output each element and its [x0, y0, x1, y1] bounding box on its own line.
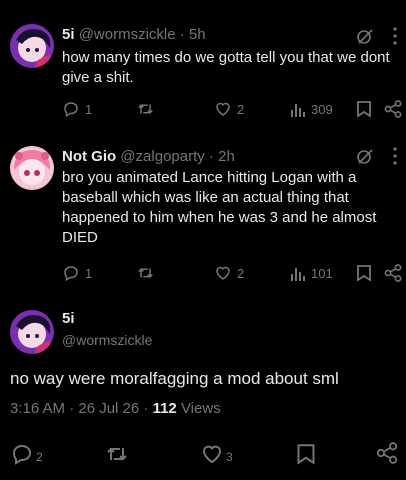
reply-tweet-1[interactable]: 5i @wormszickle · 5h how many times do w… — [0, 0, 406, 140]
reply-count: 2 — [36, 450, 43, 464]
tweet-time[interactable]: · 5h — [180, 26, 206, 43]
like-count: 2 — [237, 265, 245, 281]
bookmark-button[interactable] — [296, 442, 316, 466]
user-handle[interactable]: @wormszickle — [79, 26, 176, 43]
views-label: Views — [176, 400, 221, 417]
reply-button[interactable]: 1 — [62, 264, 92, 282]
grok-icon[interactable] — [356, 147, 374, 170]
avatar[interactable] — [10, 310, 54, 354]
tweet-time[interactable]: · 2h — [209, 148, 235, 165]
grok-icon[interactable] — [356, 27, 374, 50]
bookmark-button[interactable] — [356, 100, 372, 118]
view-count: 309 — [311, 101, 333, 117]
display-name[interactable]: 5i — [62, 310, 75, 327]
main-tweet: 5i @wormszickle no way were moralfagging… — [0, 296, 406, 480]
reply-count: 1 — [85, 101, 93, 117]
like-count: 2 — [237, 101, 245, 117]
tweet-text: bro you animated Lance hitting Logan wit… — [62, 169, 377, 246]
share-icon — [376, 442, 398, 464]
like-button[interactable]: 2 — [214, 264, 244, 282]
like-icon — [202, 445, 222, 464]
reply-button[interactable]: 2 — [10, 442, 43, 466]
bookmark-icon — [357, 265, 371, 282]
views-icon — [291, 104, 305, 117]
tweet-text: how many times do we gotta tell you that… — [62, 49, 390, 86]
bookmark-icon — [297, 444, 315, 465]
tweet-text: no way were moralfagging a mod about sml — [10, 369, 339, 388]
user-handle[interactable]: @wormszickle — [62, 332, 152, 348]
reply-tweet-2[interactable]: Not Gio @zalgoparty · 2h bro you animate… — [0, 140, 406, 296]
reply-count: 1 — [85, 265, 93, 281]
share-icon — [384, 264, 402, 282]
like-button[interactable]: 3 — [200, 442, 233, 466]
retweet-button[interactable] — [136, 264, 155, 282]
reply-button[interactable]: 1 — [62, 100, 92, 118]
avatar[interactable] — [10, 24, 54, 68]
like-button[interactable]: 2 — [214, 100, 244, 118]
like-icon — [216, 266, 230, 280]
bookmark-icon — [357, 101, 371, 118]
display-name[interactable]: 5i — [62, 26, 75, 43]
timestamp-text[interactable]: 3:16 AM · 26 Jul 26 · — [10, 400, 153, 417]
display-name[interactable]: Not Gio — [62, 148, 116, 165]
avatar[interactable] — [10, 146, 54, 190]
reply-icon — [64, 266, 78, 282]
like-count: 3 — [226, 450, 233, 464]
tweet-header: Not Gio @zalgoparty · 2h — [62, 148, 235, 165]
retweet-button[interactable] — [104, 442, 130, 466]
tweet-timestamp: 3:16 AM · 26 Jul 26 · 112 Views — [10, 400, 221, 417]
retweet-icon — [107, 448, 127, 460]
bookmark-button[interactable] — [356, 264, 372, 282]
views-count: 112 — [152, 400, 177, 417]
share-button[interactable] — [376, 442, 398, 464]
reply-icon — [64, 102, 78, 118]
user-handle[interactable]: @zalgoparty — [120, 148, 204, 165]
tweet-header: 5i @wormszickle · 5h — [62, 26, 206, 43]
views-button[interactable]: 309 — [290, 100, 333, 118]
view-count: 101 — [311, 265, 333, 281]
share-button[interactable] — [384, 264, 402, 282]
like-icon — [216, 102, 230, 116]
reply-icon — [12, 444, 32, 465]
share-icon — [384, 100, 402, 118]
retweet-icon — [138, 104, 153, 114]
retweet-button[interactable] — [136, 100, 155, 118]
share-button[interactable] — [384, 100, 402, 118]
views-icon — [291, 268, 305, 281]
retweet-icon — [138, 268, 153, 278]
views-button[interactable]: 101 — [290, 264, 333, 282]
